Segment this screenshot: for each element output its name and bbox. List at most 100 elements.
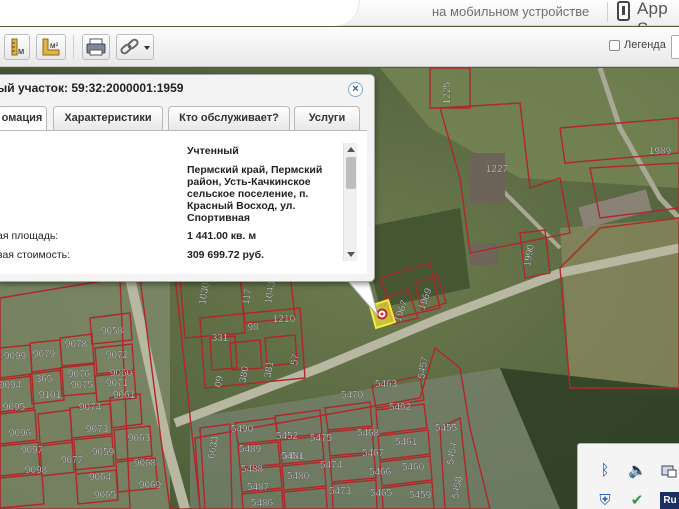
parcel-label: 365 <box>36 374 53 385</box>
info-value-cost: 309 699.72 руб. <box>187 249 264 261</box>
parcel-label: 5459 <box>409 490 432 501</box>
parcel-label: 9069 <box>139 480 162 491</box>
parcel-label: 9068 <box>134 458 157 469</box>
parcel-label: 5468 <box>357 428 380 439</box>
language-icon[interactable]: Ru <box>660 492 679 509</box>
info-value-area: 1 441.00 кв. м <box>187 230 257 242</box>
parcel-label: 9095 <box>3 402 26 413</box>
parcel-label: 5475 <box>310 433 333 444</box>
parcel-label: 9059 <box>92 447 115 458</box>
field-patch <box>560 218 679 398</box>
speaker-icon[interactable]: 🔈 <box>628 462 647 480</box>
legend-toggle[interactable]: Легенда <box>609 39 666 51</box>
info-value-address: Пермский край, Пермский район, Усть-Качк… <box>187 164 323 224</box>
info-value-status: Учтенный <box>187 145 239 157</box>
parcel-label: 5467 <box>362 448 385 459</box>
parcel-label: 5486 <box>251 498 274 509</box>
parcel-label: 9058 <box>101 326 124 337</box>
parcel-label: 331 <box>212 333 229 344</box>
parcel-label: 1210 <box>273 314 296 325</box>
parcel-label: 5480 <box>287 471 310 482</box>
printer-icon <box>86 38 106 56</box>
legend-label: Легенда <box>624 39 666 51</box>
parcel-label: 9077 <box>61 455 84 466</box>
parcel-label: 5474 <box>320 460 343 471</box>
svg-text:м: м <box>18 46 24 56</box>
measure-area-button[interactable]: м² <box>36 34 66 60</box>
parcel-label: 5487 <box>247 482 270 493</box>
scroll-down-icon[interactable] <box>347 252 355 257</box>
print-button[interactable] <box>82 34 110 60</box>
parcel-label: 1227 <box>486 164 509 175</box>
info-row-area: ая площадь: <box>0 230 58 242</box>
toolbar-divider <box>73 35 74 59</box>
parcel-label: 9098 <box>25 465 48 476</box>
parcel-info-popup: ый участок: 59:32:2000001:1959 × омация … <box>0 74 375 282</box>
parcel-label: 5463 <box>375 379 398 390</box>
tab-information[interactable]: омация <box>0 106 47 131</box>
parcel-label: 1225 <box>442 81 453 104</box>
info-label: ая площадь: <box>0 230 59 242</box>
building <box>470 243 498 265</box>
parcel-label: 5461 <box>395 437 418 448</box>
parcel-label: 5462 <box>389 402 412 413</box>
parcel-label: 9061 <box>113 390 136 401</box>
header-curve <box>0 0 360 26</box>
shield-icon[interactable]: ⛨ <box>596 492 614 509</box>
parcel-label: 9072 <box>106 350 129 361</box>
parcel-label: 5488 <box>241 464 264 475</box>
popup-pointer <box>344 278 379 317</box>
parcel-label: 9065 <box>94 490 117 501</box>
popup-title: ый участок: 59:32:2000001:1959 <box>0 81 184 95</box>
parcel-label: 98 <box>247 322 259 333</box>
parcel-label: 9096 <box>9 428 32 439</box>
parcel-label: 9071 <box>106 378 129 389</box>
svg-text:м²: м² <box>50 41 59 50</box>
parcel-label: 9076 <box>68 369 91 380</box>
check-icon[interactable]: ✔ <box>628 492 646 509</box>
scroll-up-icon[interactable] <box>347 147 355 152</box>
ruler-icon: м <box>11 38 24 56</box>
scroll-thumb[interactable] <box>346 157 356 189</box>
parcel-label: 9063 <box>128 433 151 444</box>
parcel-label: 1989 <box>649 146 672 157</box>
parcel-label: 9064 <box>89 472 112 483</box>
parcel-label: 5455 <box>435 423 458 434</box>
parcel-label: 5465 <box>370 488 393 499</box>
tab-who-serves[interactable]: Кто обслуживает? <box>168 106 290 130</box>
bluetooth-icon[interactable]: ᛒ <box>596 462 614 480</box>
parcel-label: 9073 <box>86 424 109 435</box>
area-ruler-icon: м² <box>42 38 60 56</box>
header-separator <box>607 2 608 22</box>
close-icon[interactable]: × <box>348 82 363 97</box>
link-dropdown-button[interactable] <box>116 34 154 60</box>
tab-services[interactable]: Услуги <box>294 106 360 130</box>
info-label: вая стоимость: <box>0 249 71 261</box>
parcel-label: 5452 <box>276 431 299 442</box>
header-bar: на мобильном устройстве App S <box>0 0 679 38</box>
app-root: 1225 1227 1990 1989 1969 1967 1210 98 331 380 381 5… <box>0 0 679 509</box>
parcel-label: 9060 <box>110 368 133 379</box>
system-tray: ᛒ 🔈 ⛨ ✔ Ru <box>577 443 679 509</box>
parcel-label: 5481 <box>282 451 305 462</box>
parcel-label: 9101 <box>39 390 62 401</box>
parcel-label: 5473 <box>329 486 352 497</box>
parcel-label: 9094 <box>0 380 22 391</box>
phone-icon[interactable] <box>617 1 630 21</box>
parcel-label: 5490 <box>231 424 254 435</box>
measure-distance-button[interactable]: м <box>4 34 30 60</box>
popup-content: Учтенный Пермский край, Пермский район, … <box>0 130 367 274</box>
parcel-label: 9099 <box>4 351 27 362</box>
legend-checkbox[interactable] <box>609 39 620 51</box>
parcel-label: 5489 <box>239 444 262 455</box>
parcel-label: 9078 <box>65 339 88 350</box>
network-icon[interactable] <box>660 462 678 480</box>
parcel-label: 9079 <box>33 349 56 360</box>
toolbar-right-control[interactable] <box>671 35 679 59</box>
mobile-device-link[interactable]: на мобильном устройстве <box>432 4 589 19</box>
popup-scrollbar[interactable] <box>343 143 357 261</box>
parcel-label: 9097 <box>21 445 44 456</box>
tab-characteristics[interactable]: Характеристики <box>53 106 163 130</box>
parcel-label: 5460 <box>402 462 425 473</box>
parcel-label: 9074 <box>79 402 102 413</box>
